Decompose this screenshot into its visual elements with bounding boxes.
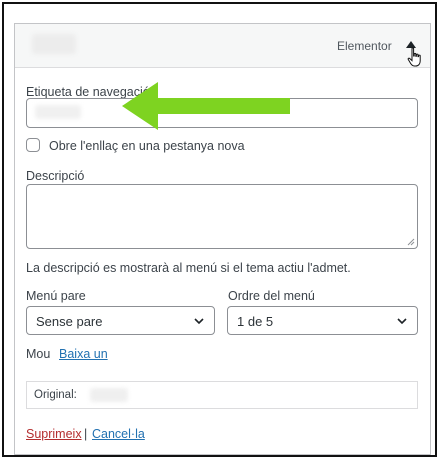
menu-order-select[interactable]: 1 de 5 xyxy=(227,306,418,335)
original-link-redacted xyxy=(90,388,128,402)
cancel-link[interactable]: Cancel·la xyxy=(92,427,145,441)
description-textarea[interactable] xyxy=(26,184,418,249)
chevron-down-icon xyxy=(397,318,407,325)
menu-item-title-redacted xyxy=(32,34,76,54)
move-down-link[interactable]: Baixa un xyxy=(59,347,108,361)
description-label: Descripció xyxy=(26,169,85,183)
menu-order-value: 1 de 5 xyxy=(237,314,274,329)
parent-menu-value: Sense pare xyxy=(36,314,103,329)
parent-menu-label: Menú pare xyxy=(26,289,86,303)
nav-label-input[interactable] xyxy=(26,98,418,128)
chevron-down-icon xyxy=(194,318,204,325)
open-new-tab-checkbox[interactable] xyxy=(26,138,40,152)
menu-order-label: Ordre del menú xyxy=(228,289,315,303)
menu-item-type: Elementor xyxy=(337,39,392,53)
screenshot-frame: Elementor Etiqueta de navegació Obre l'e… xyxy=(2,2,437,457)
original-label: Original: xyxy=(34,389,77,401)
open-new-tab-label: Obre l'enllaç en una pestanya nova xyxy=(49,139,245,153)
menu-item-panel: Elementor Etiqueta de navegació Obre l'e… xyxy=(14,23,431,455)
collapse-toggle-button[interactable] xyxy=(400,35,422,57)
parent-menu-select[interactable]: Sense pare xyxy=(26,306,215,335)
nav-label-label: Etiqueta de navegació xyxy=(26,85,150,99)
resize-handle-icon[interactable] xyxy=(407,238,415,246)
remove-link[interactable]: Suprimeix xyxy=(26,427,82,441)
description-help-text: La descripció es mostrarà al menú si el … xyxy=(26,261,351,275)
nav-label-value-redacted xyxy=(35,105,81,119)
menu-item-header[interactable]: Elementor xyxy=(15,24,430,68)
action-separator: | xyxy=(84,427,88,441)
triangle-up-icon xyxy=(406,40,416,48)
original-info-box: Original: xyxy=(26,381,418,409)
move-label: Mou xyxy=(26,347,51,361)
